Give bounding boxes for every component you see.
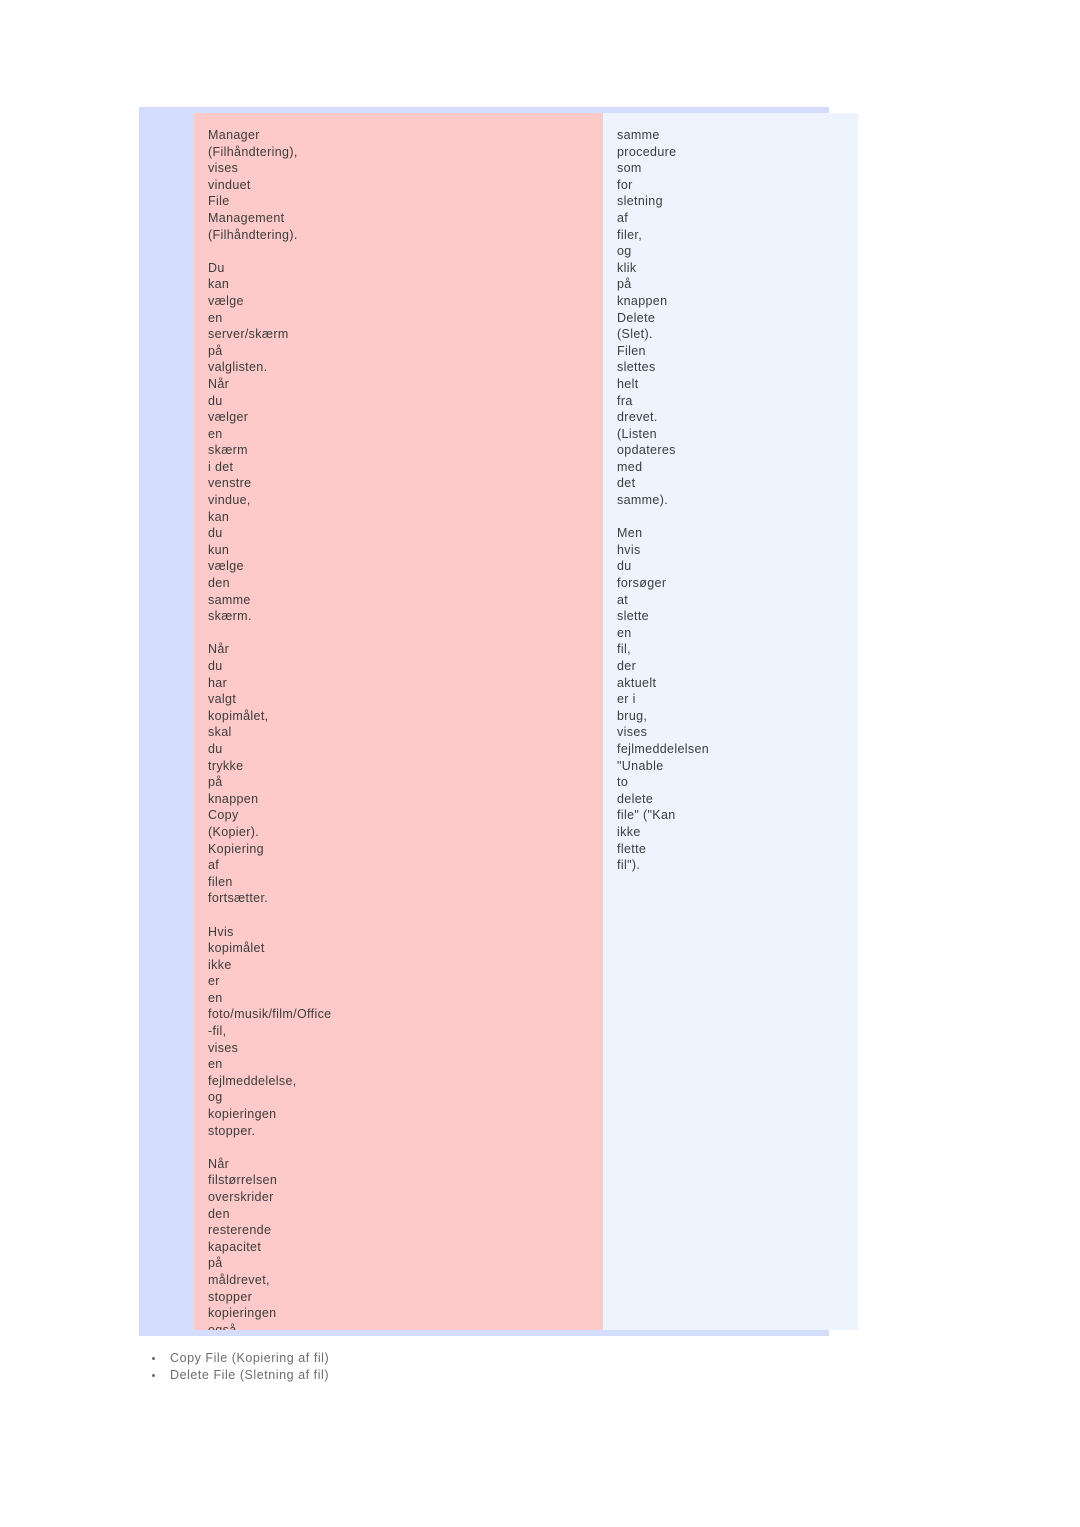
right-paragraph: Men hvis du forsøger at slette en fil, d… [617,526,710,873]
list-item-label: Delete File (Sletning af fil) [170,1368,330,1382]
right-column-cell: samme procedure som for sletning af file… [603,113,858,1330]
left-paragraph: Hvis kopimålet ikke er en foto/musik/fil… [208,924,332,1138]
bullet-icon [152,1374,155,1377]
bullet-icon [152,1357,155,1360]
list-item[interactable]: Copy File (Kopiering af fil) [139,1350,739,1367]
left-paragraph: Du kan vælge en server/skærm på valglist… [208,260,289,624]
list-item[interactable]: Delete File (Sletning af fil) [139,1367,739,1384]
left-paragraph: Når du har valgt kopimålet, skal du tryk… [208,642,269,906]
left-paragraph: Når filstørrelsen overskrider den rester… [208,1156,278,1330]
page-root: Manager (Filhåndtering), vises vinduet F… [0,0,1080,1527]
left-paragraph: Manager (Filhåndtering), vises vinduet F… [208,128,298,242]
link-list: Copy File (Kopiering af fil) Delete File… [139,1350,739,1384]
left-column-cell: Manager (Filhåndtering), vises vinduet F… [194,113,603,1330]
right-paragraph: samme procedure som for sletning af file… [617,128,677,508]
content-panel: Manager (Filhåndtering), vises vinduet F… [139,107,858,1336]
list-item-label: Copy File (Kopiering af fil) [170,1351,330,1365]
two-column-row: Manager (Filhåndtering), vises vinduet F… [194,113,858,1330]
